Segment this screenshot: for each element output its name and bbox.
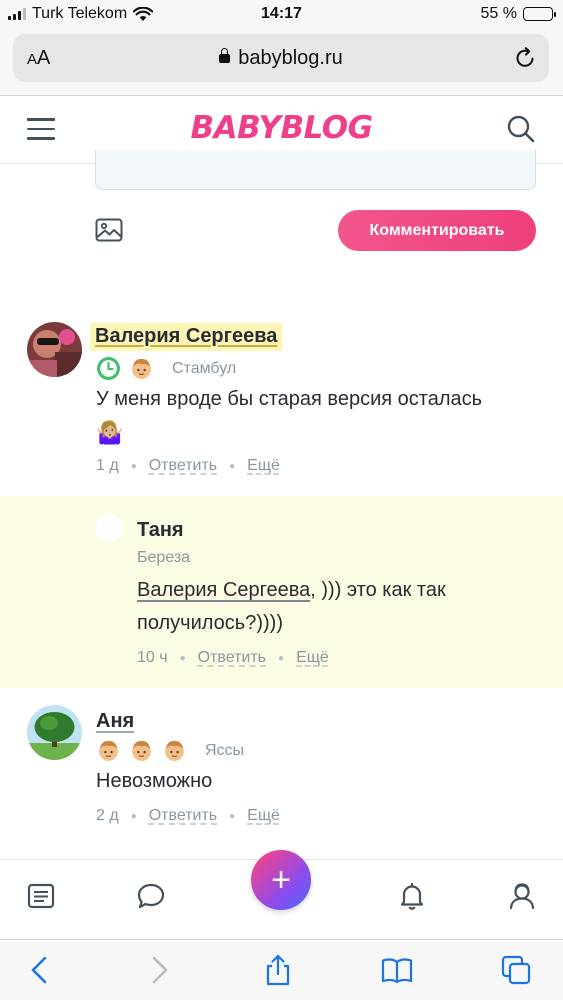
status-bar: Turk Telekom 14:17 55 % [0,0,563,30]
comment-text-body: У меня вроде бы старая версия осталась [96,388,483,410]
search-icon[interactable] [506,114,536,144]
lock-icon [219,48,231,63]
more-button[interactable]: Ещё [247,807,280,825]
separator-dot: ● [130,810,137,822]
battery-percent: 55 % [480,5,517,22]
clock: 14:17 [261,5,302,22]
user-location: Яссы [205,741,245,759]
user-badges: Стамбул [96,356,236,381]
clock-badge-icon [97,357,120,380]
url-text: babyblog.ru [238,47,343,69]
battery-icon [523,7,556,21]
comment-author[interactable]: Валерия Сергеева [90,323,283,351]
share-icon[interactable] [262,954,294,986]
site-logo[interactable]: BABYBLOG [0,110,563,146]
more-button[interactable]: Ещё [296,649,329,667]
avatar[interactable] [27,322,82,377]
tabs-icon[interactable] [500,954,532,986]
bookmarks-icon[interactable] [381,954,413,986]
user-badges: Яссы [96,738,244,763]
avatar[interactable] [27,705,82,760]
reply-button[interactable]: Ответить [149,457,217,475]
user-mention-link[interactable]: Валерия Сергеева [137,579,310,601]
avatar[interactable] [96,514,124,542]
comment-text: У меня вроде бы старая версия осталась 🤷… [96,383,536,451]
comment-text: Валерия Сергеева, ))) это как так получи… [137,574,537,640]
chat-icon[interactable] [136,881,166,911]
comment-author[interactable]: Таня [137,519,184,542]
child-badge-icon [132,741,151,761]
comment-meta: 1 д ● Ответить ● Ещё [96,457,280,475]
separator-dot: ● [179,652,186,664]
browser-toolbar [0,939,563,1000]
url-display[interactable]: babyblog.ru [13,47,549,70]
reload-icon[interactable] [513,46,537,70]
battery-group: 55 % [480,5,556,23]
feed-icon[interactable] [26,881,56,911]
user-location: Стамбул [172,359,237,377]
comment-input[interactable] [95,150,536,190]
reply-button[interactable]: Ответить [149,807,217,825]
more-button[interactable]: Ещё [247,457,280,475]
separator-dot: ● [229,810,236,822]
profile-icon[interactable] [507,881,537,911]
attach-image-icon[interactable] [95,218,123,242]
child-badge-icon [132,359,151,379]
comment-meta: 2 д ● Ответить ● Ещё [96,807,280,825]
avatar-photo [27,322,82,377]
child-badge-icon [165,741,184,761]
submit-comment-button[interactable]: Комментировать [338,210,536,251]
back-icon[interactable] [24,954,56,986]
comment-text-line: , ))) это как так [310,579,446,601]
separator-dot: ● [229,460,236,472]
child-badge-icon [99,741,118,761]
create-post-button[interactable]: + [251,850,311,910]
separator-dot: ● [130,460,137,472]
address-bar[interactable]: AA babyblog.ru [13,34,549,82]
bell-icon[interactable] [397,881,427,911]
separator-dot: ● [278,652,285,664]
reply-button[interactable]: Ответить [198,649,266,667]
comment-time: 2 д [96,807,119,824]
forward-icon[interactable] [143,954,175,986]
shrug-emoji: 🤷🏼‍♀️ [96,420,124,445]
comment-author[interactable]: Аня [96,710,134,733]
comment-text: Невозможно [96,770,213,792]
plus-icon: + [271,861,291,899]
comment-time: 10 ч [137,649,168,666]
avatar-tree-photo [27,705,82,760]
comment-time: 1 д [96,457,119,474]
user-location: Береза [137,549,191,566]
comment-meta: 10 ч ● Ответить ● Ещё [137,649,329,667]
browser-address-area: AA babyblog.ru [0,30,563,96]
comment-text-line: получилось?)))) [137,612,283,634]
